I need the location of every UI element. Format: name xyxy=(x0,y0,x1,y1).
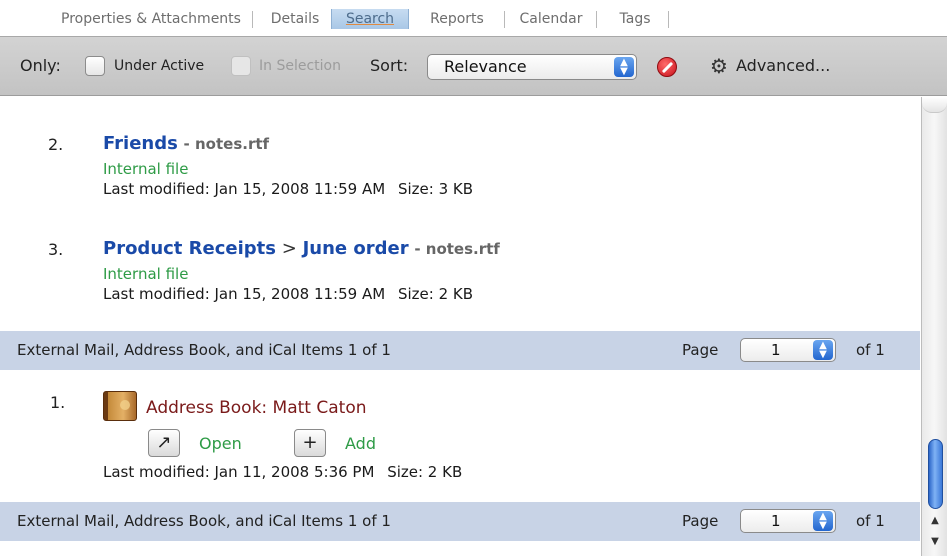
result-number: 3. xyxy=(48,240,64,259)
result-file: - notes.rtf xyxy=(183,135,270,153)
only-label: Only: xyxy=(20,56,61,75)
result-location: Internal file xyxy=(103,265,189,283)
in-selection-label: In Selection xyxy=(259,58,341,74)
plus-icon: + xyxy=(302,432,318,453)
page-label: Page xyxy=(682,512,719,530)
page-of-label: of 1 xyxy=(856,512,885,530)
result-file: - notes.rtf xyxy=(414,240,500,258)
tab-label: Search xyxy=(345,11,395,27)
tab-divider xyxy=(596,11,597,28)
tab-label: Reports xyxy=(430,11,484,27)
scroll-down-arrow-icon[interactable]: ▼ xyxy=(926,533,944,551)
tab-divider xyxy=(504,11,505,28)
add-button[interactable]: + xyxy=(294,429,326,457)
tab-properties-attachments[interactable]: Properties & Attachments xyxy=(60,9,242,29)
advanced-button[interactable]: Advanced... xyxy=(736,56,830,75)
scroll-up-arrow-icon[interactable]: ▲ xyxy=(926,512,944,530)
external-items-header: External Mail, Address Book, and iCal It… xyxy=(0,331,920,370)
tab-details[interactable]: Details xyxy=(265,9,325,29)
scrollbar-thumb[interactable] xyxy=(928,439,943,509)
result-link[interactable]: Product Receipts xyxy=(103,238,276,259)
result-modified: Last modified: Jan 11, 2008 5:36 PM xyxy=(103,463,375,481)
tab-tags[interactable]: Tags xyxy=(605,9,665,29)
sort-select[interactable]: Relevance ▲ ▼ xyxy=(427,54,637,80)
result-modified: Last modified: Jan 15, 2008 11:59 AM xyxy=(103,285,386,303)
tab-search[interactable]: Search xyxy=(331,9,409,29)
result-title: Friends - notes.rtf xyxy=(103,133,269,154)
result-meta: Last modified: Jan 11, 2008 5:36 PM Size… xyxy=(103,463,462,481)
scrollbar-top-cap xyxy=(922,97,947,113)
clear-search-icon[interactable] xyxy=(657,57,677,77)
result-number: 1. xyxy=(50,393,66,412)
tab-bar: Properties & Attachments Details Search … xyxy=(0,0,947,36)
result-path-separator: > xyxy=(281,238,297,259)
select-stepper-icon: ▲ ▼ xyxy=(614,57,634,77)
tab-divider xyxy=(668,11,669,28)
gear-icon[interactable]: ⚙ xyxy=(708,55,730,77)
sort-select-value: Relevance xyxy=(444,57,527,76)
page-of-label: of 1 xyxy=(856,341,885,359)
select-stepper-icon: ▲ ▼ xyxy=(813,511,833,531)
tab-label: Calendar xyxy=(519,11,583,27)
result-size: Size: 2 KB xyxy=(397,285,474,303)
page-select-value: 1 xyxy=(771,512,781,530)
contact-title[interactable]: Address Book: Matt Caton xyxy=(146,398,367,418)
under-active-label[interactable]: Under Active xyxy=(114,58,204,74)
result-meta: Last modified: Jan 15, 2008 11:59 AM Siz… xyxy=(103,180,473,198)
result-title: Product Receipts > June order - notes.rt… xyxy=(103,238,500,259)
search-results: 2. Friends - notes.rtf Internal file Las… xyxy=(0,97,920,556)
vertical-scrollbar[interactable]: ▲ ▼ xyxy=(921,97,947,556)
result-sublink[interactable]: June order xyxy=(303,238,409,259)
result-meta: Last modified: Jan 15, 2008 11:59 AM Siz… xyxy=(103,285,473,303)
select-stepper-icon: ▲ ▼ xyxy=(813,340,833,360)
result-number: 2. xyxy=(48,135,64,154)
tab-label: Properties & Attachments xyxy=(61,11,241,27)
page-select[interactable]: 1 ▲ ▼ xyxy=(740,338,836,362)
under-active-checkbox[interactable] xyxy=(85,56,105,76)
open-label[interactable]: Open xyxy=(199,434,242,453)
tab-reports[interactable]: Reports xyxy=(420,9,494,29)
result-link[interactable]: Friends xyxy=(103,133,178,154)
result-size: Size: 2 KB xyxy=(387,463,463,481)
section-title: External Mail, Address Book, and iCal It… xyxy=(17,512,391,530)
in-selection-checkbox[interactable] xyxy=(231,56,251,76)
external-items-footer: External Mail, Address Book, and iCal It… xyxy=(0,502,920,541)
page-label: Page xyxy=(682,341,719,359)
result-location: Internal file xyxy=(103,160,189,178)
add-label[interactable]: Add xyxy=(345,434,376,453)
result-size: Size: 3 KB xyxy=(397,180,474,198)
open-button[interactable]: ↗ xyxy=(148,429,180,457)
address-book-icon xyxy=(103,391,137,421)
page-select-value: 1 xyxy=(771,341,781,359)
tab-calendar[interactable]: Calendar xyxy=(512,9,590,29)
tab-divider xyxy=(252,11,253,28)
search-toolbar: Only: Under Active In Selection Sort: Re… xyxy=(0,36,947,96)
page-select[interactable]: 1 ▲ ▼ xyxy=(740,509,836,533)
result-modified: Last modified: Jan 15, 2008 11:59 AM xyxy=(103,180,386,198)
section-title: External Mail, Address Book, and iCal It… xyxy=(17,341,391,359)
open-external-icon: ↗ xyxy=(156,432,172,453)
sort-label: Sort: xyxy=(370,56,409,75)
tab-label: Tags xyxy=(619,11,651,27)
tab-label: Details xyxy=(270,11,320,27)
